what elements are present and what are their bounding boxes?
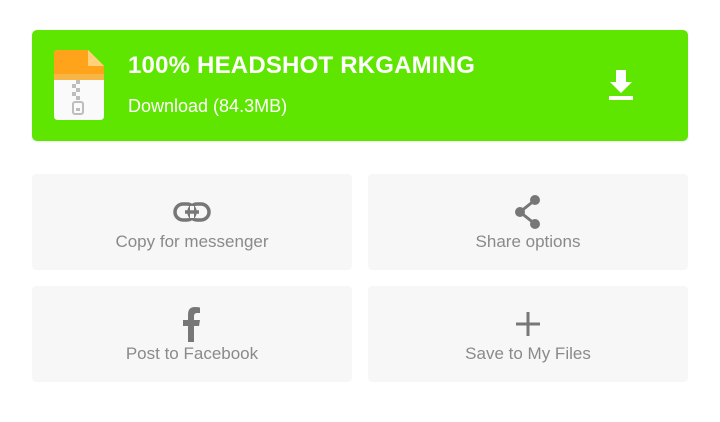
file-size-label: Download (84.3MB) bbox=[128, 96, 288, 116]
download-icon[interactable] bbox=[604, 68, 638, 102]
post-to-facebook-label: Post to Facebook bbox=[125, 344, 259, 363]
copy-for-messenger-label: Copy for messenger bbox=[115, 232, 269, 251]
share-options-label: Share options bbox=[475, 232, 581, 251]
post-to-facebook-button[interactable]: Post to Facebook bbox=[32, 286, 352, 382]
download-banner[interactable]: 100% HEADSHOT RKGAMING Download (84.3MB) bbox=[32, 30, 688, 141]
zip-file-icon bbox=[52, 50, 104, 120]
save-to-my-files-label: Save to My Files bbox=[465, 344, 591, 363]
link-icon bbox=[172, 194, 212, 230]
share-options-button[interactable]: Share options bbox=[368, 174, 688, 270]
facebook-icon bbox=[172, 306, 212, 342]
file-title: 100% HEADSHOT RKGAMING bbox=[128, 52, 476, 79]
share-icon bbox=[508, 194, 548, 230]
save-to-my-files-button[interactable]: Save to My Files bbox=[368, 286, 688, 382]
copy-for-messenger-button[interactable]: Copy for messenger bbox=[32, 174, 352, 270]
plus-icon bbox=[508, 306, 548, 342]
